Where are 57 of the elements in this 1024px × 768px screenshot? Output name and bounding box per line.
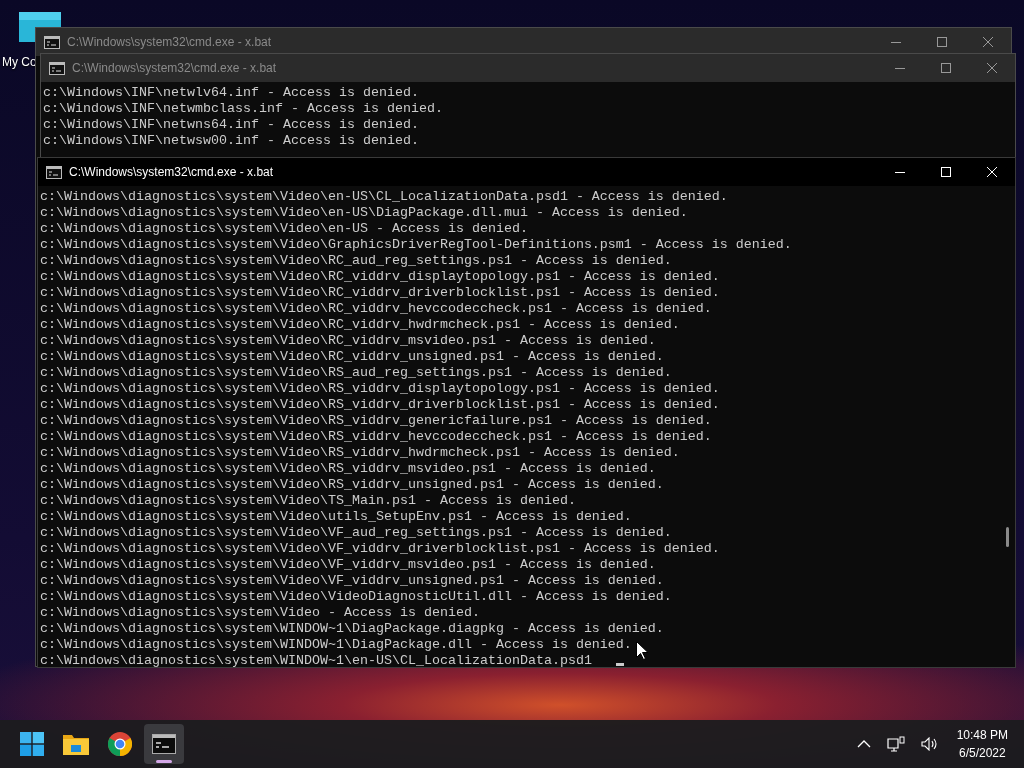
- console-line: c:\Windows\diagnostics\system\Video\VF_viddrv_msvideo.ps1 - Access is denied.: [40, 557, 656, 573]
- console-line: c:\Windows\diagnostics\system\Video\RS_viddrv_driverblocklist.ps1 - Access is denied.: [40, 397, 720, 413]
- window-title: C:\Windows\system32\cmd.exe - x.bat: [67, 35, 273, 49]
- console-icon: [49, 61, 65, 75]
- console-line: c:\Windows\diagnostics\system\Video\RC_viddrv_hwdrmcheck.ps1 - Access is denied.: [40, 317, 680, 333]
- maximize-icon: [941, 167, 951, 177]
- scrollbar-thumb[interactable]: [1006, 527, 1009, 547]
- console-line: c:\Windows\diagnostics\system\Video\en-US - Access is denied.: [40, 221, 528, 237]
- window-title: C:\Windows\system32\cmd.exe - x.bat: [72, 61, 278, 75]
- taskbar-button[interactable]: [144, 724, 184, 764]
- console-line: c:\Windows\diagnostics\system\Video\VideoDiagnosticUtil.dll - Access is denied.: [40, 589, 672, 605]
- console-line: c:\Windows\diagnostics\system\Video\RC_viddrv_hevccodeccheck.ps1 - Access is denied.: [40, 301, 712, 317]
- console-line: c:\Windows\diagnostics\system\WINDOW~1\DiagPackage.diagpkg - Access is denied.: [40, 621, 664, 637]
- icon-label: My Co: [2, 55, 37, 69]
- console-line: c:\Windows\diagnostics\system\Video\RC_viddrv_unsigned.ps1 - Access is denied.: [40, 349, 664, 365]
- console-line: c:\Windows\diagnostics\system\Video\TS_Main.ps1 - Access is denied.: [40, 493, 576, 509]
- close-icon: [987, 167, 997, 177]
- console-line: c:\Windows\diagnostics\system\Video\RC_viddrv_msvideo.ps1 - Access is denied.: [40, 333, 656, 349]
- console-line: c:\Windows\INF\netwmbclass.inf - Access is denied.: [43, 101, 443, 117]
- console-line: c:\Windows\diagnostics\system\Video\VF_aud_reg_settings.ps1 - Access is denied.: [40, 525, 672, 541]
- console-line: c:\Windows\diagnostics\system\Video - Access is denied.: [40, 605, 480, 621]
- console-line: c:\Windows\diagnostics\system\Video\RC_viddrv_displaytopology.ps1 - Access is denied.: [40, 269, 720, 285]
- console-icon: [46, 165, 62, 179]
- console-line: c:\Windows\diagnostics\system\Video\RC_aud_reg_settings.ps1 - Access is denied.: [40, 253, 672, 269]
- console-line: c:\Windows\INF\netwsw00.inf - Access is denied.: [43, 133, 419, 149]
- console-line: c:\Windows\diagnostics\system\Video\RS_viddrv_hevccodeccheck.ps1 - Access is denied.: [40, 429, 712, 445]
- maximize-icon: [937, 37, 947, 47]
- console-line: c:\Windows\diagnostics\system\Video\en-US\CL_LocalizationData.psd1 - Access is denied.: [40, 189, 728, 205]
- window-title: C:\Windows\system32\cmd.exe - x.bat: [69, 165, 275, 179]
- console-line: c:\Windows\diagnostics\system\Video\RC_viddrv_driverblocklist.ps1 - Access is denied.: [40, 285, 720, 301]
- console-line: c:\Windows\diagnostics\system\Video\RS_aud_reg_settings.ps1 - Access is denied.: [40, 365, 672, 381]
- clock[interactable]: 10:48 PM 6/5/2022: [950, 726, 1012, 762]
- start-icon: [20, 732, 44, 756]
- mouse-pointer-icon: [636, 641, 648, 660]
- close-icon: [983, 37, 993, 47]
- console-icon: [44, 35, 60, 49]
- console-line: c:\Windows\diagnostics\system\Video\RS_viddrv_genericfailure.ps1 - Access is denied.: [40, 413, 712, 429]
- console-line: c:\Windows\diagnostics\system\Video\RS_viddrv_msvideo.ps1 - Access is denied.: [40, 461, 656, 477]
- console-line: c:\Windows\diagnostics\system\Video\utils_SetupEnv.ps1 - Access is denied.: [40, 509, 632, 525]
- console-line: c:\Windows\diagnostics\system\Video\VF_viddrv_unsigned.ps1 - Access is denied.: [40, 573, 664, 589]
- console-line: c:\Windows\diagnostics\system\Video\GraphicsDriverRegTool-Definitions.psm1 - Access is denied.: [40, 237, 792, 253]
- active-indicator: [156, 760, 172, 763]
- console-line: c:\Windows\diagnostics\system\Video\en-US\DiagPackage.dll.mui - Access is denied.: [40, 205, 688, 221]
- close-icon: [987, 63, 997, 73]
- console-line: c:\Windows\INF\netwns64.inf - Access is denied.: [43, 117, 419, 133]
- folder-icon: [63, 733, 89, 755]
- console-line: c:\Windows\diagnostics\system\WINDOW~1\en-US\CL_LocalizationData.psd1: [40, 653, 624, 667]
- console-line: c:\Windows\diagnostics\system\Video\RS_viddrv_hwdrmcheck.ps1 - Access is denied.: [40, 445, 680, 461]
- console-line: c:\Windows\diagnostics\system\Video\RS_viddrv_displaytopology.ps1 - Access is denied.: [40, 381, 720, 397]
- console-line: c:\Windows\INF\netwlv64.inf - Access is denied.: [43, 85, 419, 101]
- text-cursor: [615, 663, 624, 666]
- console-line: c:\Windows\diagnostics\system\Video\VF_viddrv_driverblocklist.ps1 - Access is denied.: [40, 541, 720, 557]
- console-line: c:\Windows\diagnostics\system\WINDOW~1\DiagPackage.dll - Access is denied.: [40, 637, 632, 653]
- console-line: c:\Windows\diagnostics\system\Video\RS_viddrv_unsigned.ps1 - Access is denied.: [40, 477, 664, 493]
- browser-icon: [108, 732, 132, 756]
- terminal-icon: [152, 734, 176, 754]
- maximize-icon: [941, 63, 951, 73]
